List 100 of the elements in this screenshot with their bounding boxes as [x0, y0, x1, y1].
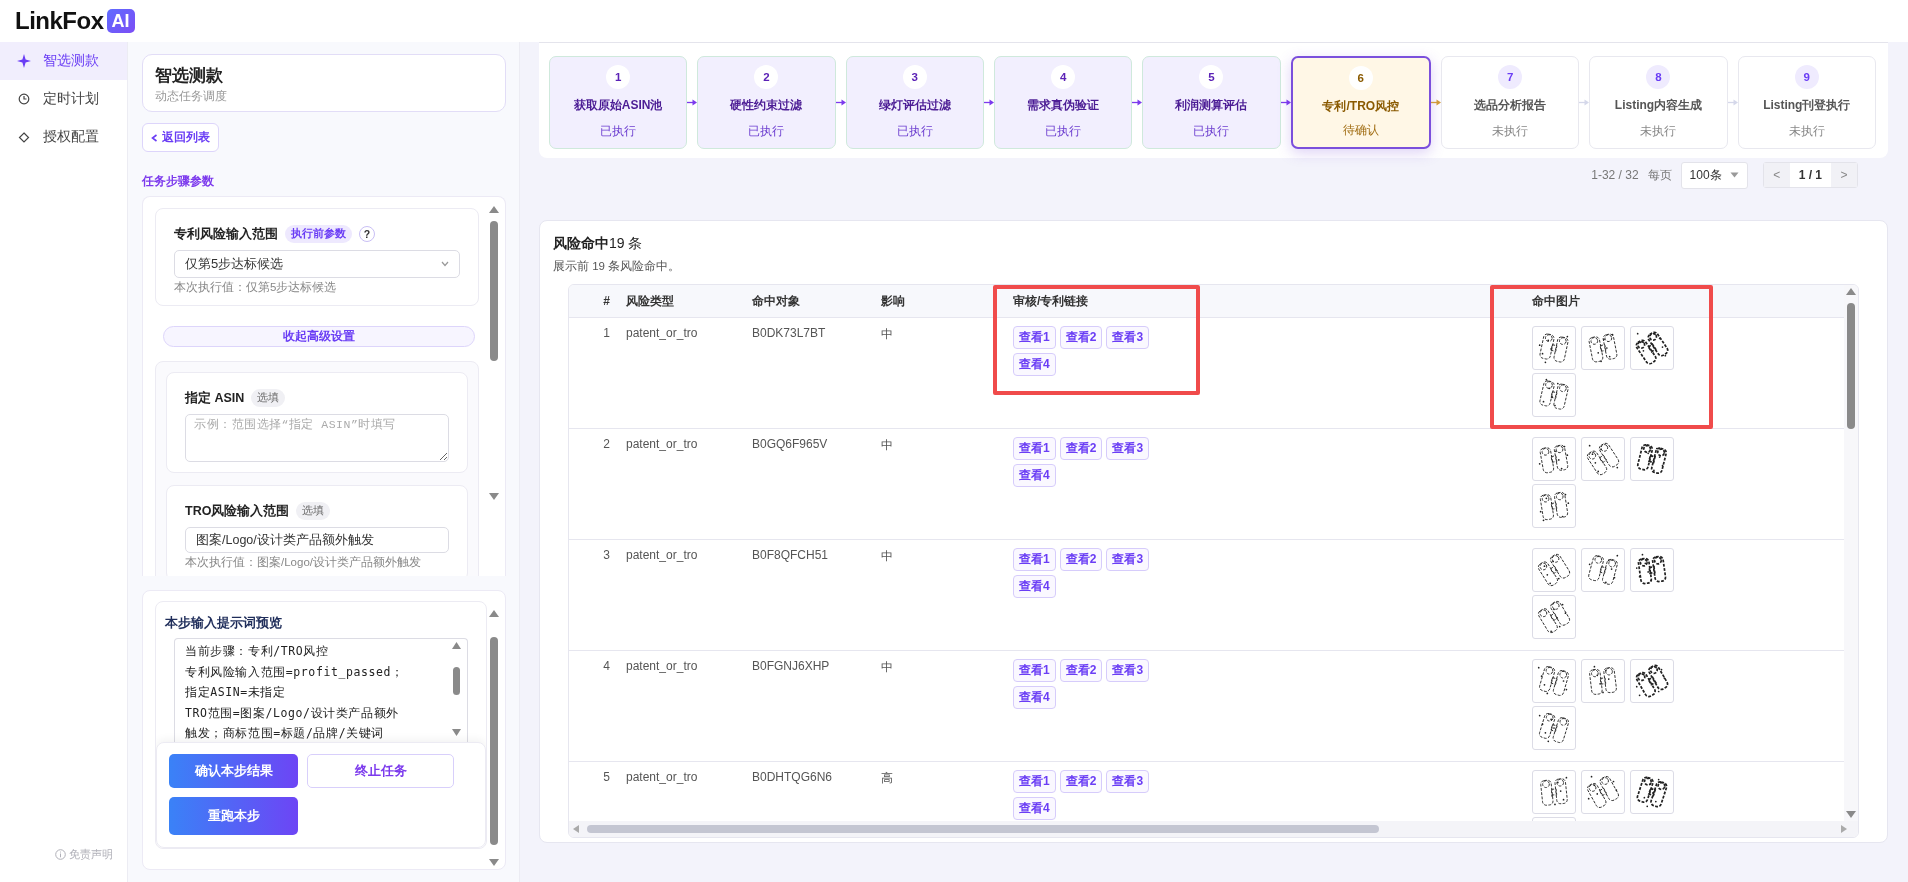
step-label: 需求真伪验证 [1027, 97, 1100, 114]
field-label: 专利风险输入范围 [174, 225, 278, 243]
column-header: 审核/专利链接 [1013, 292, 1090, 310]
section-subtitle: 展示前 19 条风险命中。 [553, 259, 682, 274]
scrollbar[interactable] [450, 639, 463, 739]
column-header: 影响 [881, 292, 906, 310]
view-link-button[interactable]: 查看2 [1059, 326, 1103, 349]
nav-item[interactable]: 智选测款 [0, 42, 127, 80]
view-link-button[interactable]: 查看4 [1013, 797, 1056, 820]
table-cell: patent_or_tro [626, 548, 698, 562]
tro-input[interactable]: 图案/Logo/设计类产品额外触发 [185, 527, 449, 553]
chevron-left-icon [151, 133, 158, 142]
next-page-button[interactable]: > [1831, 163, 1857, 187]
view-link-button[interactable]: 查看4 [1013, 353, 1056, 376]
page-size-select[interactable]: 100条 [1680, 161, 1748, 189]
field-note: 本次执行值：仅第5步达标候选 [174, 280, 338, 295]
step-label: Listing内容生成 [1614, 97, 1703, 114]
step-card[interactable]: 8 Listing内容生成 未执行 [1589, 56, 1728, 149]
table-cell: 中 [881, 327, 893, 341]
view-link-button[interactable]: 查看2 [1059, 659, 1103, 682]
logo-badge: AI [106, 9, 135, 33]
step-status: 待确认 [1342, 123, 1379, 138]
sparkle-icon [17, 54, 31, 68]
table-cell: 中 [881, 660, 893, 674]
collapse-button[interactable]: 收起高级设置 [163, 326, 475, 347]
step-card[interactable]: 9 Listing刊登执行 未执行 [1737, 56, 1876, 149]
step-number: 8 [1646, 65, 1671, 89]
step-card[interactable]: 1 获取原始ASIN池 已执行 [549, 56, 688, 149]
back-button[interactable]: 返回列表 [142, 123, 219, 152]
diamond-icon [17, 131, 31, 143]
param-tag: 选填 [251, 389, 286, 407]
confirm-button[interactable]: 确认本步结果 [169, 754, 298, 788]
arrow-icon [687, 99, 698, 106]
step-label: 利润测算评估 [1175, 97, 1248, 114]
view-link-button[interactable]: 查看1 [1013, 659, 1056, 682]
step-label: Listing刊登执行 [1763, 97, 1851, 114]
step-card[interactable]: 4 需求真伪验证 已执行 [994, 56, 1133, 149]
column-header: 风险类型 [625, 292, 675, 310]
table-cell: 5 [603, 770, 610, 784]
view-link-button[interactable]: 查看3 [1106, 770, 1150, 793]
param-tag: 执行前参数 [285, 225, 352, 243]
table-cell: 高 [881, 771, 893, 785]
caret-icon [441, 261, 449, 267]
step-status: 未执行 [1788, 124, 1825, 139]
caret-icon [1729, 172, 1739, 178]
view-link-button[interactable]: 查看2 [1059, 770, 1103, 793]
asin-input[interactable]: 示例：范围选择“指定 ASIN”时填写 [185, 414, 449, 462]
step-number: 2 [754, 65, 779, 89]
stop-button[interactable]: 终止任务 [307, 754, 454, 788]
view-link-button[interactable]: 查看3 [1106, 548, 1150, 571]
scope-select[interactable]: 仅第5步达标候选 [174, 250, 460, 278]
view-link-button[interactable]: 查看4 [1013, 575, 1056, 598]
table-cell: 3 [603, 548, 610, 562]
table-cell: 2 [603, 437, 610, 451]
step-number: 9 [1794, 65, 1819, 89]
arrow-icon [1280, 99, 1291, 106]
prev-page-button[interactable]: < [1763, 163, 1790, 187]
field-label: TRO风险输入范围 [185, 502, 290, 520]
view-link-button[interactable]: 查看1 [1013, 770, 1056, 793]
table-cell: B0GQ6F965V [752, 437, 828, 451]
step-card[interactable]: 3 绿灯评估过滤 已执行 [845, 56, 984, 149]
view-link-button[interactable]: 查看1 [1013, 437, 1056, 460]
step-status: 已执行 [1193, 124, 1230, 139]
section-heading: 任务步骤参数 [142, 173, 215, 190]
view-link-button[interactable]: 查看3 [1106, 326, 1150, 349]
column-header: 命中图片 [1532, 292, 1581, 310]
rerun-button[interactable]: 重跑本步 [169, 797, 298, 835]
table-cell: B0DK73L7BT [752, 326, 826, 340]
step-number: 7 [1498, 65, 1523, 89]
step-card[interactable]: 2 硬性约束过滤 已执行 [697, 56, 836, 149]
view-link-button[interactable]: 查看3 [1106, 659, 1150, 682]
step-card[interactable]: 6 专利/TRO风控 待确认 [1290, 56, 1431, 149]
table-cell: patent_or_tro [626, 437, 698, 451]
view-link-button[interactable]: 查看2 [1059, 548, 1103, 571]
step-label: 绿灯评估过滤 [878, 97, 951, 114]
step-status: 未执行 [1492, 124, 1529, 139]
view-link-button[interactable]: 查看1 [1013, 548, 1056, 571]
nav-item[interactable]: 授权配置 [0, 118, 127, 156]
info-icon [55, 849, 66, 860]
table-cell: patent_or_tro [626, 326, 698, 340]
view-link-button[interactable]: 查看2 [1059, 437, 1103, 460]
view-link-button[interactable]: 查看1 [1013, 326, 1056, 349]
step-status: 未执行 [1640, 124, 1677, 139]
arrow-icon [1430, 99, 1441, 106]
step-label: 专利/TRO风控 [1322, 98, 1400, 115]
nav-item[interactable]: 定时计划 [0, 80, 127, 118]
arrow-icon [1727, 99, 1738, 106]
step-number: 5 [1199, 65, 1224, 89]
table-cell: patent_or_tro [626, 659, 698, 673]
view-link-button[interactable]: 查看4 [1013, 686, 1056, 709]
param-tag: 选填 [296, 502, 331, 520]
page-range: 1-32 / 32 [1591, 168, 1639, 182]
column-header: 命中对象 [752, 292, 801, 310]
view-link-button[interactable]: 查看3 [1106, 437, 1150, 460]
step-card[interactable]: 7 选品分析报告 未执行 [1440, 56, 1580, 149]
step-card[interactable]: 5 利润测算评估 已执行 [1142, 56, 1281, 149]
arrow-icon [835, 99, 846, 106]
table-cell: 1 [603, 326, 610, 340]
view-link-button[interactable]: 查看4 [1013, 464, 1056, 487]
step-number: 3 [902, 65, 927, 89]
